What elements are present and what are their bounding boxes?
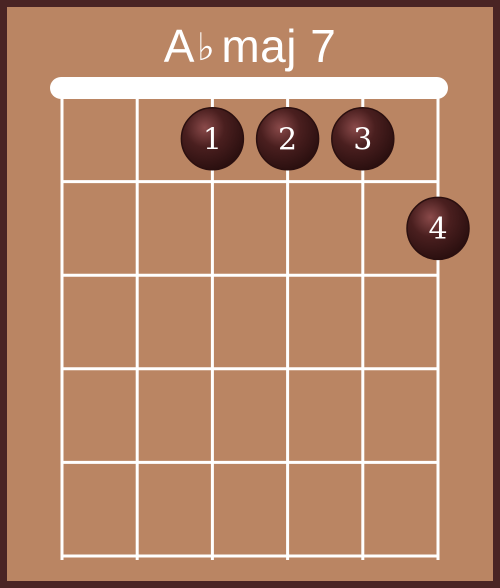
chord-diagram: 1 2 3 4: [50, 77, 470, 560]
finger-label-2: 2: [278, 122, 297, 157]
nut-group: [50, 77, 448, 99]
finger-label-1: 1: [203, 122, 222, 157]
frets-group: [62, 180, 438, 558]
finger-dot-2: 2: [255, 107, 320, 171]
finger-dot-3: 3: [331, 107, 395, 171]
finger-dot-1: 1: [180, 107, 245, 171]
finger-label-3: 3: [353, 122, 372, 157]
finger-dots-group: 1 2 3 4: [180, 107, 470, 261]
nut: [50, 77, 448, 99]
finger-label-4: 4: [428, 212, 447, 247]
finger-dot-4: 4: [406, 196, 470, 261]
